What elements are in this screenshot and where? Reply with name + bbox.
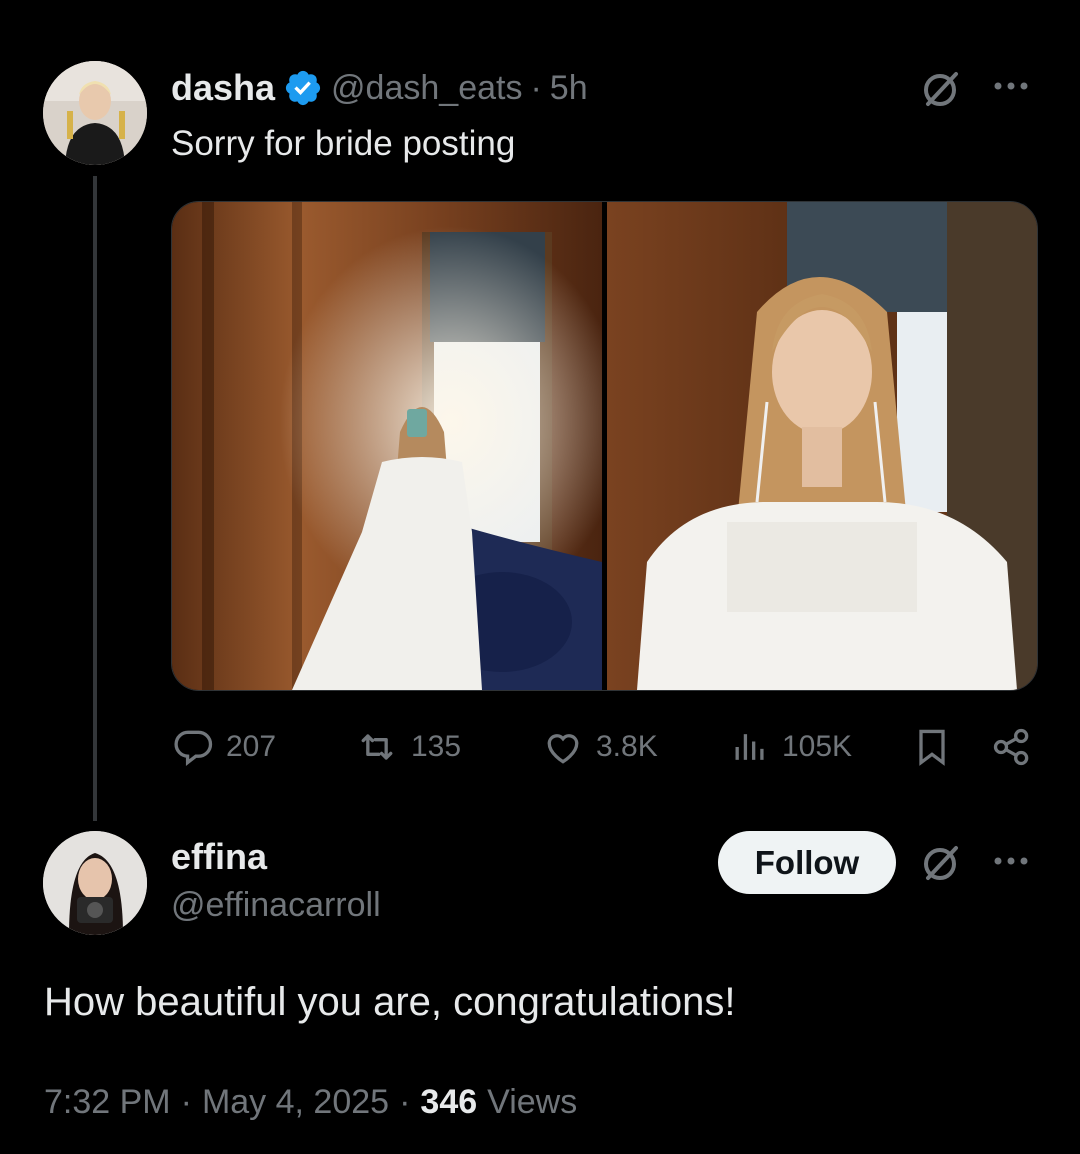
views-icon	[735, 734, 764, 760]
tweet-author-handle[interactable]: @dash_eats	[331, 69, 522, 108]
grok-icon[interactable]	[920, 66, 964, 110]
reply-time[interactable]: 7:32 PM	[44, 1083, 171, 1122]
reply-icon	[174, 730, 213, 766]
avatar-effina-image	[43, 831, 147, 935]
tweet-author-name[interactable]: dasha	[171, 67, 275, 109]
bookmark-icon[interactable]	[910, 725, 954, 769]
reply-count: 207	[226, 730, 277, 763]
tweet-header: dasha @dash_eats · 5h	[171, 66, 588, 110]
tweet-media[interactable]	[171, 201, 1038, 691]
repost-action[interactable]: 135	[353, 725, 461, 769]
avatar-dasha[interactable]	[43, 61, 147, 165]
media-photo-1[interactable]	[172, 202, 602, 690]
reply-views-count: 346	[420, 1083, 478, 1121]
views-count: 105K	[782, 730, 853, 763]
avatar-dasha-image	[43, 61, 147, 165]
more-icon[interactable]	[992, 853, 1032, 869]
repost-icon	[361, 734, 393, 760]
tweet-text: Sorry for bride posting	[171, 124, 516, 163]
grok-icon[interactable]	[920, 840, 964, 884]
tweet-timestamp[interactable]: 5h	[550, 69, 588, 108]
reply-author-name[interactable]: effina	[171, 836, 267, 878]
follow-button[interactable]: Follow	[718, 831, 896, 894]
avatar-effina[interactable]	[43, 831, 147, 935]
reply-author-handle[interactable]: @effinacarroll	[171, 886, 381, 925]
header-separator: ·	[530, 68, 542, 107]
thread-line	[93, 176, 97, 821]
meta-separator: ·	[180, 1083, 192, 1121]
reply-text: How beautiful you are, congratulations!	[44, 980, 736, 1024]
meta-separator: ·	[399, 1083, 411, 1121]
like-count: 3.8K	[596, 730, 658, 763]
reply-meta: 7:32 PM · May 4, 2025 · 346 Views	[44, 1083, 577, 1122]
more-icon[interactable]	[992, 78, 1032, 94]
views-action[interactable]: 105K	[728, 725, 852, 769]
verified-badge-icon	[283, 68, 323, 108]
like-action[interactable]: 3.8K	[540, 725, 658, 769]
reply-views-label: Views	[487, 1083, 578, 1121]
reply-action[interactable]: 207	[172, 725, 276, 769]
reply-date[interactable]: May 4, 2025	[202, 1083, 389, 1122]
like-icon	[547, 734, 579, 764]
media-photo-2[interactable]	[607, 202, 1037, 690]
repost-count: 135	[411, 730, 462, 763]
share-icon[interactable]	[990, 725, 1034, 769]
